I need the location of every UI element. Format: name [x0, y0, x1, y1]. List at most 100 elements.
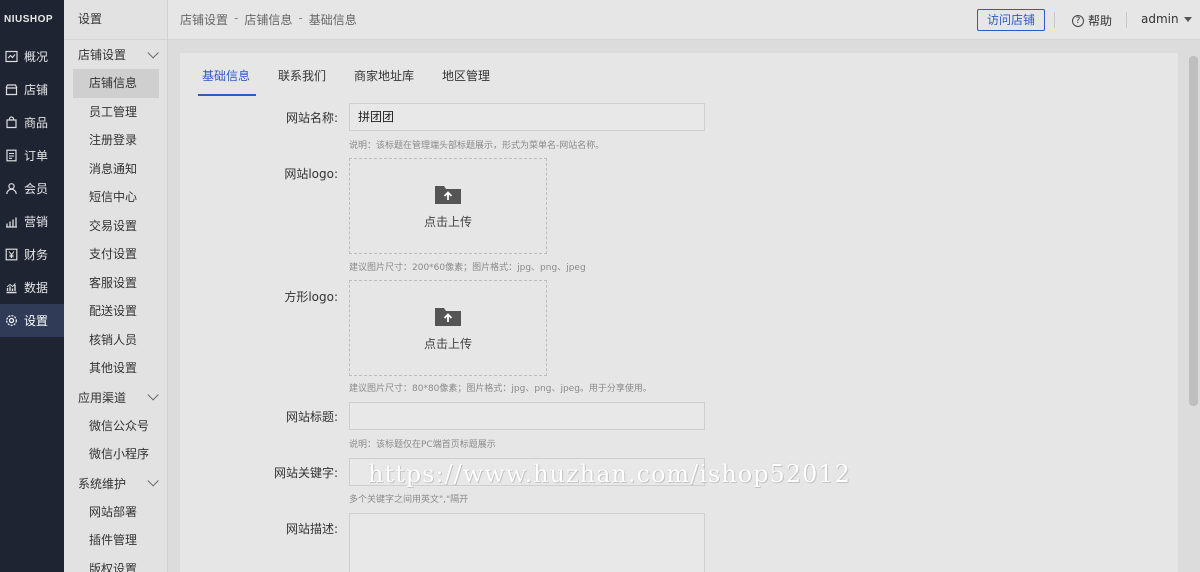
sidebar-item[interactable]: 微信小程序 [64, 440, 167, 469]
upload-folder-icon [435, 185, 461, 204]
help-icon: ? [1072, 14, 1084, 27]
nav-item[interactable]: 财务 [0, 238, 64, 271]
nav-item[interactable]: 商品 [0, 106, 64, 139]
sidebar-group[interactable]: 系统维护 [64, 469, 167, 498]
description-textarea[interactable] [349, 513, 705, 572]
tab-region-management[interactable]: 地区管理 [438, 67, 496, 96]
sidebar-item[interactable]: 支付设置 [64, 240, 167, 269]
sidebar-title: 设置 [64, 0, 167, 40]
page-scrollbar[interactable] [1186, 40, 1200, 572]
keywords-hint: 多个关键字之间用英文","隔开 [349, 495, 469, 505]
divider [1126, 12, 1127, 28]
breadcrumb-separator: - [234, 11, 239, 25]
sidebar-item[interactable]: 核销人员 [64, 326, 167, 355]
nav-item-label: 数据 [24, 281, 49, 295]
nav-item[interactable]: 会员 [0, 172, 64, 205]
divider [1054, 12, 1055, 28]
site-title-hint: 说明：该标题仅在PC端首页标题展示 [349, 440, 496, 450]
main-nav: NIUSHOP 概况店铺商品订单会员营销财务数据设置 [0, 0, 64, 572]
sidebar-item[interactable]: 店铺信息 [73, 69, 159, 98]
square-logo-upload[interactable]: 点击上传 [349, 280, 547, 376]
nav-item[interactable]: 店铺 [0, 73, 64, 106]
nav-item-label: 会员 [24, 182, 49, 196]
chevron-down-icon [147, 389, 159, 401]
upload-text: 点击上传 [423, 336, 472, 351]
breadcrumb-separator: - [298, 11, 303, 25]
user-menu[interactable]: admin [1141, 12, 1192, 26]
breadcrumb-item[interactable]: 店铺信息 [244, 11, 292, 28]
order-icon [4, 149, 18, 163]
nav-item[interactable]: 订单 [0, 139, 64, 172]
sidebar-item[interactable]: 插件管理 [64, 526, 167, 555]
sidebar-item[interactable]: 员工管理 [64, 98, 167, 127]
upload-folder-icon [435, 307, 461, 326]
top-bar: 店铺设置 - 店铺信息 - 基础信息 访问店铺 ? 帮助 admin [168, 0, 1200, 40]
nav-item-label: 财务 [24, 248, 49, 262]
settings-icon [4, 314, 18, 328]
nav-item-label: 概况 [24, 50, 49, 64]
sidebar-group[interactable]: 店铺设置 [64, 40, 167, 69]
description-label: 网站描述: [285, 522, 338, 536]
scrollbar-thumb[interactable] [1189, 56, 1198, 406]
breadcrumb-item: 基础信息 [308, 13, 357, 27]
sidebar-group[interactable]: 应用渠道 [64, 383, 167, 412]
breadcrumb: 店铺设置 - 店铺信息 - 基础信息 [168, 11, 357, 28]
sidebar-item[interactable]: 短信中心 [64, 183, 167, 212]
nav-item-label: 设置 [24, 314, 49, 328]
tab-bar: 基础信息 联系我们 商家地址库 地区管理 [198, 67, 514, 96]
chevron-down-icon [147, 46, 159, 59]
keywords-label: 网站关键字: [273, 466, 338, 480]
nav-item-label: 营销 [24, 215, 49, 229]
nav-item[interactable]: 数据 [0, 271, 64, 304]
member-icon [4, 182, 18, 196]
site-logo-label: 网站logo: [284, 167, 338, 181]
nav-item[interactable]: 营销 [0, 205, 64, 238]
user-name: admin [1141, 12, 1179, 26]
site-name-input[interactable]: 拼团团 [349, 103, 705, 131]
sidebar-group-label: 系统维护 [78, 476, 127, 491]
sidebar-item[interactable]: 网站部署 [64, 498, 167, 527]
sidebar-item[interactable]: 配送设置 [64, 297, 167, 326]
help-link[interactable]: ? 帮助 [1072, 12, 1112, 29]
breadcrumb-item[interactable]: 店铺设置 [180, 11, 228, 28]
watermark-text: https://www.huzhan.com/ishop52012 [368, 460, 851, 488]
nav-item[interactable]: 概况 [0, 40, 64, 73]
sidebar-item[interactable]: 客服设置 [64, 269, 167, 298]
square-logo-hint: 建议图片尺寸：80*80像素；图片格式：jpg、png、jpeg。用于分享使用。 [349, 384, 652, 394]
visit-store-button[interactable]: 访问店铺 [977, 9, 1046, 31]
sidebar-item[interactable]: 消息通知 [64, 155, 167, 184]
nav-item-label: 订单 [24, 149, 49, 163]
sidebar-item[interactable]: 版权设置 [64, 555, 167, 572]
sidebar-item[interactable]: 交易设置 [64, 212, 167, 241]
sidebar-group-label: 应用渠道 [78, 390, 127, 405]
store-icon [4, 83, 18, 97]
sidebar-group-label: 店铺设置 [78, 48, 127, 62]
finance-icon [4, 248, 18, 262]
settings-sidebar: 设置 店铺设置店铺信息 员工管理 注册登录 消息通知 短信中心 交易设置 支付设置 客服设置配… [64, 0, 168, 572]
tab-address-library[interactable]: 商家地址库 [350, 67, 420, 96]
brand-logo: NIUSHOP [4, 14, 54, 25]
chevron-down-icon [147, 475, 159, 487]
site-logo-upload[interactable]: 点击上传 [349, 158, 547, 254]
tab-contact-us[interactable]: 联系我们 [274, 67, 332, 96]
help-label: 帮助 [1088, 14, 1113, 28]
site-name-label: 网站名称: [285, 111, 338, 125]
tab-basic-info[interactable]: 基础信息 [198, 67, 257, 96]
site-title-label: 网站标题: [285, 410, 338, 424]
marketing-icon [4, 215, 18, 229]
site-logo-hint: 建议图片尺寸：200*60像素；图片格式：jpg、png、jpeg [349, 263, 586, 273]
nav-item[interactable]: 设置 [0, 304, 64, 337]
sidebar-item[interactable]: 注册登录 [64, 126, 167, 155]
site-name-hint: 说明：该标题在管理端头部标题展示，形式为菜单名-网站名称。 [349, 141, 605, 151]
nav-item-label: 店铺 [24, 83, 49, 97]
data-icon [4, 281, 18, 295]
upload-text: 点击上传 [423, 214, 472, 229]
caret-down-icon [1183, 16, 1192, 22]
content-panel: 基础信息 联系我们 商家地址库 地区管理 网站名称: 拼团团 说明：该标题在管理… [180, 53, 1178, 572]
nav-item-label: 商品 [24, 116, 49, 130]
overview-icon [4, 50, 18, 64]
square-logo-label: 方形logo: [284, 290, 338, 304]
sidebar-item[interactable]: 微信公众号 [64, 412, 167, 441]
site-title-input[interactable] [349, 402, 705, 430]
sidebar-item[interactable]: 其他设置 [64, 354, 167, 383]
